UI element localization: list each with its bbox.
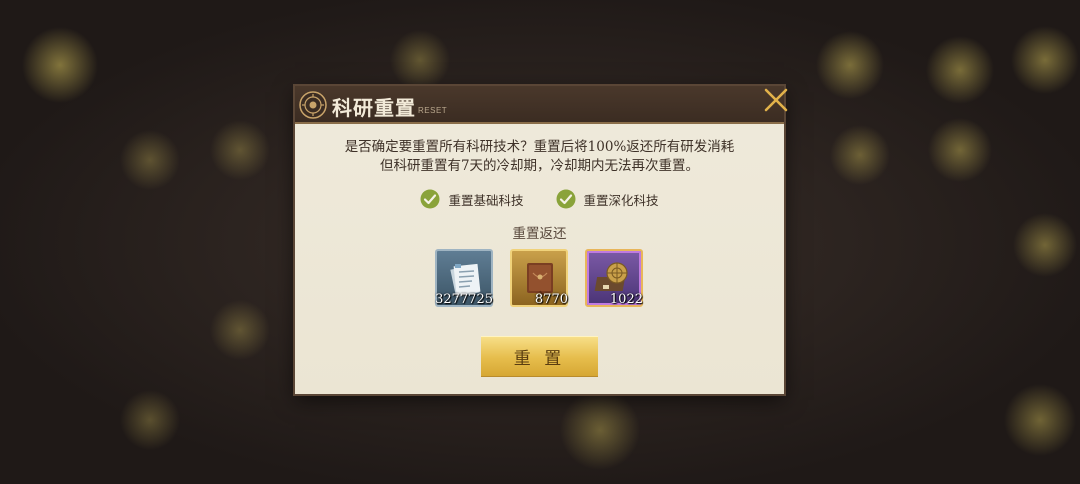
item-count: 8770 xyxy=(534,292,568,307)
description-line-2: 但科研重置有7天的冷却期，冷却期内无法再次重置。 xyxy=(379,158,700,174)
item-count: 3277725 xyxy=(435,292,493,307)
checkmark-icon[interactable] xyxy=(420,189,440,209)
option-label: 重置基础科技 xyxy=(448,192,524,208)
checkmark-icon[interactable] xyxy=(556,189,576,209)
dialog-description: 是否确定要重置所有科研技术？重置后将100%返还所有研发消耗 但科研重置有7天的… xyxy=(295,138,784,176)
return-items: 3277725 8770 1022 xyxy=(435,249,647,311)
option-reset-basic[interactable]: 重置基础科技 xyxy=(420,189,524,209)
return-item-documents[interactable]: 3277725 xyxy=(435,249,493,307)
option-reset-advanced[interactable]: 重置深化科技 xyxy=(556,189,659,209)
dialog-header: 科研重置 RESET xyxy=(295,86,784,124)
close-icon[interactable] xyxy=(762,86,790,114)
return-item-book[interactable]: 8770 xyxy=(510,249,568,307)
dialog-subtitle: RESET xyxy=(418,106,448,115)
dialog-title: 科研重置 xyxy=(332,96,416,120)
research-emblem-icon xyxy=(299,91,327,119)
return-label: 重置返还 xyxy=(512,226,567,242)
return-item-astrolabe[interactable]: 1022 xyxy=(585,249,643,307)
description-line-1: 是否确定要重置所有科研技术？重置后将100%返还所有研发消耗 xyxy=(344,139,735,155)
reset-dialog: 科研重置 RESET 是否确定要重置所有科研技术？重置后将100%返还所有研发消… xyxy=(295,86,784,394)
item-count: 1022 xyxy=(609,292,643,307)
reset-options: 重置基础科技 重置深化科技 xyxy=(295,189,784,209)
option-label: 重置深化科技 xyxy=(583,192,659,208)
reset-button[interactable]: 重 置 xyxy=(481,336,598,376)
